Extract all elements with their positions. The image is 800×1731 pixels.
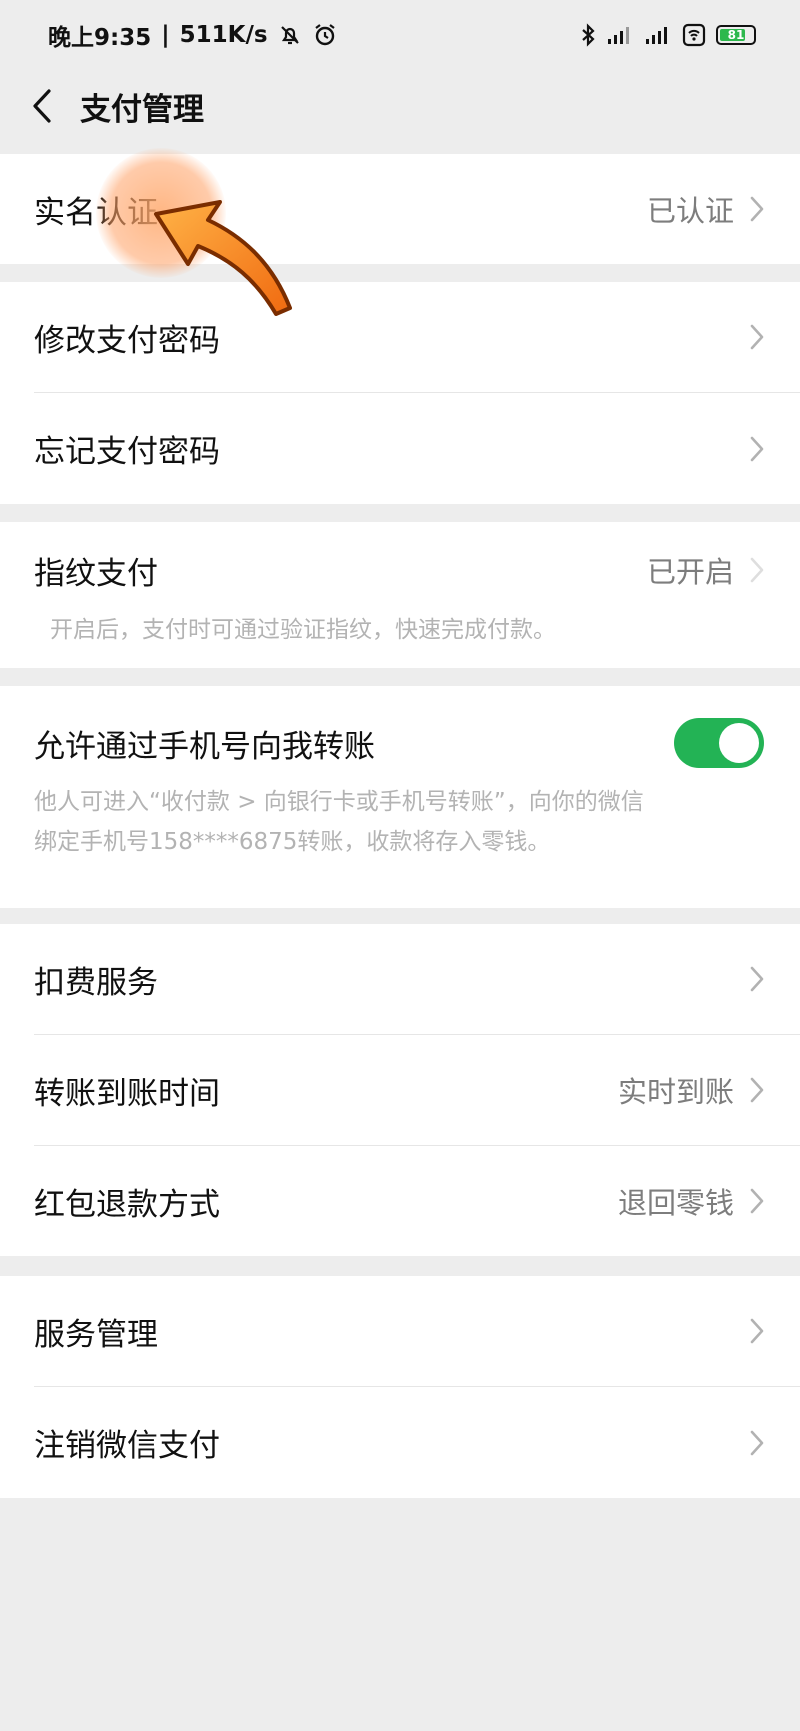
row-deduct-service[interactable]: 扣费服务 bbox=[0, 924, 800, 1034]
phone-transfer-description-line1: 他人可进入“收付款 > 向银行卡或手机号转账”，向你的微信 bbox=[34, 789, 644, 815]
row-label: 红包退款方式 bbox=[34, 1186, 220, 1223]
row-value: 退回零钱 bbox=[617, 1186, 734, 1220]
group-realname: 实名认证 已认证 bbox=[0, 154, 800, 264]
chevron-right-icon bbox=[750, 436, 764, 461]
row-label: 指纹支付 bbox=[34, 555, 158, 592]
group-phone-transfer: 允许通过手机号向我转账 他人可进入“收付款 > 向银行卡或手机号转账”，向你的微… bbox=[0, 686, 800, 908]
phone-transfer-toggle[interactable] bbox=[674, 718, 764, 768]
group-management: 服务管理 注销微信支付 bbox=[0, 1276, 800, 1498]
battery-icon: 81 bbox=[716, 25, 756, 45]
row-label: 修改支付密码 bbox=[34, 322, 220, 359]
chevron-right-icon bbox=[750, 324, 764, 350]
row-label: 注销微信支付 bbox=[34, 1428, 220, 1464]
alarm-icon bbox=[312, 22, 338, 48]
row-fingerprint-pay[interactable]: 指纹支付 已开启 bbox=[0, 522, 800, 618]
back-button[interactable] bbox=[22, 86, 62, 126]
status-time: 晚上9:35 bbox=[48, 25, 152, 51]
row-label: 服务管理 bbox=[34, 1316, 158, 1353]
group-fingerprint: 指纹支付 已开启 开启后，支付时可通过验证指纹，快速完成付款。 bbox=[0, 522, 800, 668]
toggle-knob bbox=[719, 723, 759, 763]
chevron-right-icon bbox=[750, 966, 764, 992]
row-label: 转账到账时间 bbox=[34, 1075, 220, 1112]
signal-icon bbox=[644, 24, 672, 46]
row-label: 实名认证 bbox=[34, 194, 158, 231]
row-label: 忘记支付密码 bbox=[34, 434, 220, 470]
row-forgot-password[interactable]: 忘记支付密码 bbox=[0, 393, 800, 504]
chevron-left-icon bbox=[33, 89, 51, 123]
row-label: 扣费服务 bbox=[34, 964, 158, 1001]
row-change-password[interactable]: 修改支付密码 bbox=[0, 282, 800, 392]
chevron-right-icon bbox=[750, 196, 764, 222]
status-separator: | bbox=[161, 22, 170, 48]
row-transfer-time[interactable]: 转账到账时间 实时到账 bbox=[0, 1035, 800, 1145]
row-realname-verification[interactable]: 实名认证 已认证 bbox=[0, 154, 800, 264]
mute-bell-icon bbox=[278, 23, 302, 47]
row-value: 已认证 bbox=[646, 194, 734, 228]
status-net-speed: 511K/s bbox=[179, 22, 268, 48]
row-value: 实时到账 bbox=[617, 1075, 734, 1109]
group-password: 修改支付密码 忘记支付密码 bbox=[0, 282, 800, 504]
chevron-right-icon bbox=[750, 1188, 764, 1214]
chevron-right-icon bbox=[750, 1430, 764, 1455]
page-title: 支付管理 bbox=[80, 91, 204, 128]
row-cancel-wechat-pay[interactable]: 注销微信支付 bbox=[0, 1387, 800, 1498]
wifi-icon bbox=[682, 23, 706, 47]
chevron-right-icon bbox=[750, 1318, 764, 1344]
fingerprint-description: 开启后，支付时可通过验证指纹，快速完成付款。 bbox=[50, 617, 556, 643]
phone-transfer-description-line2: 绑定手机号158****6875转账，收款将存入零钱。 bbox=[34, 829, 551, 855]
signal-4g-icon bbox=[606, 24, 634, 46]
chevron-right-icon bbox=[750, 557, 764, 583]
row-redpacket-refund[interactable]: 红包退款方式 退回零钱 bbox=[0, 1146, 800, 1256]
bluetooth-icon bbox=[580, 23, 596, 47]
row-label: 允许通过手机号向我转账 bbox=[34, 728, 375, 765]
row-service-management[interactable]: 服务管理 bbox=[0, 1276, 800, 1386]
chevron-right-icon bbox=[750, 1077, 764, 1103]
row-value: 已开启 bbox=[646, 555, 734, 589]
group-services: 扣费服务 转账到账时间 实时到账 红包退款方式 退回零钱 bbox=[0, 924, 800, 1256]
battery-level: 81 bbox=[727, 28, 745, 42]
top-bar: 支付管理 bbox=[0, 70, 800, 142]
status-bar: 晚上9:35 | 511K/s 81 bbox=[0, 0, 800, 70]
